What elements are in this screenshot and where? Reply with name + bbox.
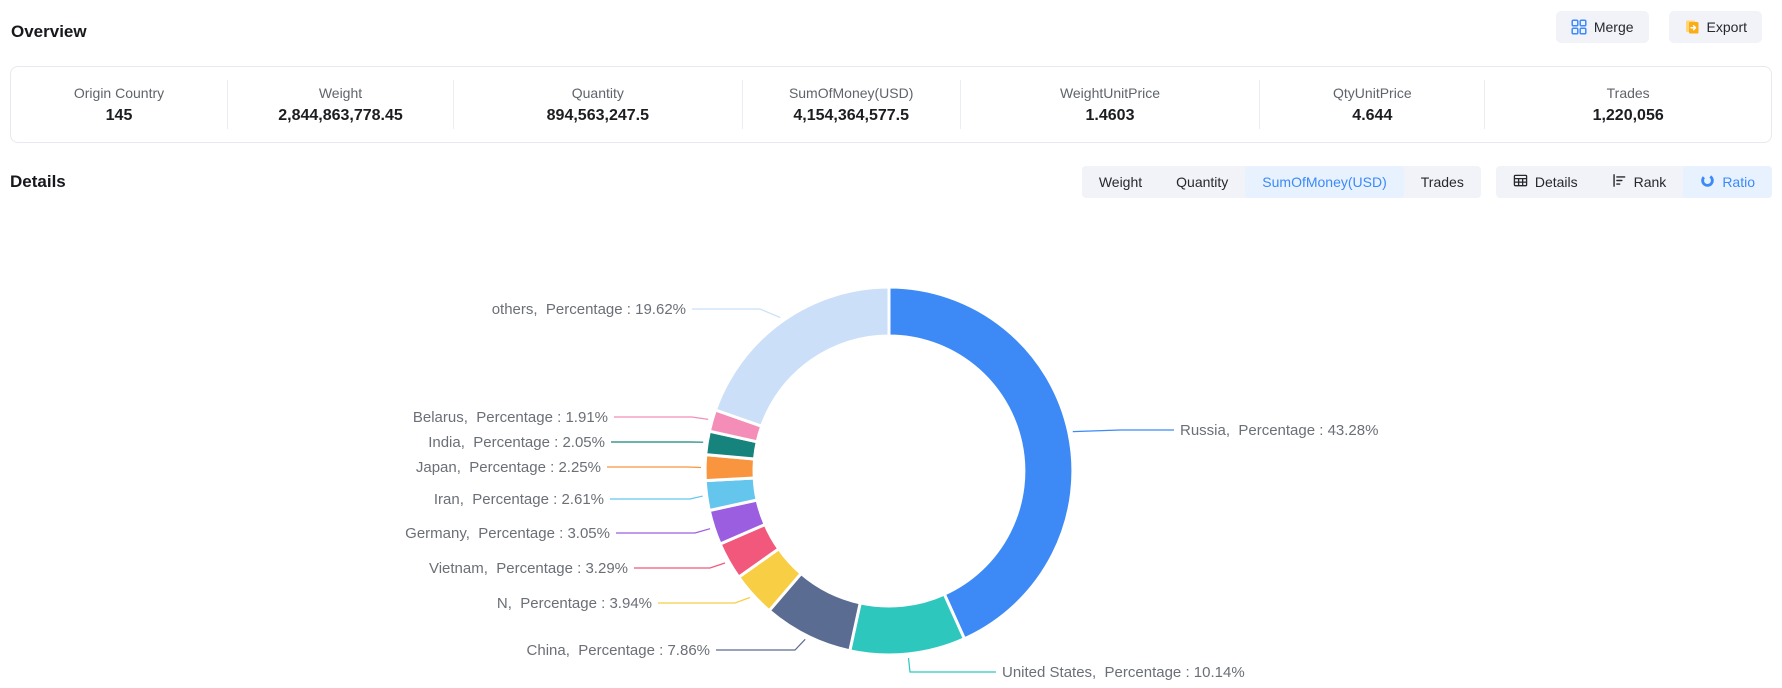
export-button[interactable]: Export xyxy=(1669,11,1762,43)
tab-label: Rank xyxy=(1634,174,1667,190)
leader-line-belarus xyxy=(614,417,708,419)
stat-weight-unit-price: WeightUnitPrice 1.4603 xyxy=(960,80,1260,129)
tab-sum-of-money[interactable]: SumOfMoney(USD) xyxy=(1245,166,1403,198)
leader-line-japan xyxy=(607,467,701,468)
stat-weight: Weight 2,844,863,778.45 xyxy=(227,80,453,129)
export-icon xyxy=(1684,19,1700,35)
stat-label: Weight xyxy=(319,85,362,101)
table-icon xyxy=(1513,173,1528,191)
details-title: Details xyxy=(10,172,66,192)
merge-icon xyxy=(1571,19,1587,35)
stat-value: 2,844,863,778.45 xyxy=(278,107,403,125)
merge-button[interactable]: Merge xyxy=(1556,11,1649,43)
stat-value: 894,563,247.5 xyxy=(547,107,649,125)
donut-slice-united-states[interactable] xyxy=(850,594,965,655)
chart-label-china: China, Percentage : 7.86% xyxy=(527,642,710,659)
chart-label-vietnam: Vietnam, Percentage : 3.29% xyxy=(429,560,628,577)
leader-line-china xyxy=(716,639,805,650)
header-actions: Merge Export xyxy=(1556,11,1762,43)
overview-stats-card: Origin Country 145 Weight 2,844,863,778.… xyxy=(10,66,1772,143)
stat-value: 4,154,364,577.5 xyxy=(793,107,909,125)
tab-label: Details xyxy=(1535,174,1578,190)
stat-label: SumOfMoney(USD) xyxy=(789,85,913,101)
tab-weight[interactable]: Weight xyxy=(1082,166,1159,198)
page-title: Overview xyxy=(11,22,87,42)
stat-value: 1,220,056 xyxy=(1593,107,1664,125)
leader-line-vietnam xyxy=(634,563,725,568)
page-header: Overview Merge xyxy=(0,0,1782,58)
stat-label: Trades xyxy=(1607,85,1650,101)
stat-value: 4.644 xyxy=(1352,107,1392,125)
leader-line-united-states xyxy=(909,658,997,672)
export-button-label: Export xyxy=(1707,19,1747,35)
tab-rank-view[interactable]: Rank xyxy=(1595,166,1684,198)
donut-slice-russia[interactable] xyxy=(889,287,1073,639)
details-bar: Details Weight Quantity SumOfMoney(USD) … xyxy=(10,166,1772,198)
stat-trades: Trades 1,220,056 xyxy=(1484,80,1771,129)
merge-button-label: Merge xyxy=(1594,19,1634,35)
donut-icon xyxy=(1700,173,1715,191)
view-tab-group: Details Rank Ratio xyxy=(1496,166,1772,198)
chart-label-iran: Iran, Percentage : 2.61% xyxy=(434,491,604,508)
chart-label-india: India, Percentage : 2.05% xyxy=(428,434,605,451)
rank-icon xyxy=(1612,173,1627,191)
stat-origin-country: Origin Country 145 xyxy=(11,80,227,129)
stat-qty-unit-price: QtyUnitPrice 4.644 xyxy=(1259,80,1484,129)
stat-quantity: Quantity 894,563,247.5 xyxy=(453,80,742,129)
ratio-donut-chart: Russia, Percentage : 43.28% United States… xyxy=(0,200,1782,688)
leader-line-germany xyxy=(616,529,710,533)
stat-label: WeightUnitPrice xyxy=(1060,85,1160,101)
chart-label-n: N, Percentage : 3.94% xyxy=(497,595,652,612)
tab-quantity[interactable]: Quantity xyxy=(1159,166,1245,198)
leader-line-n xyxy=(658,598,750,604)
stat-value: 1.4603 xyxy=(1086,107,1135,125)
tab-label: Ratio xyxy=(1722,174,1755,190)
leader-line-iran xyxy=(610,496,703,499)
stat-label: Origin Country xyxy=(74,85,164,101)
chart-label-russia: Russia, Percentage : 43.28% xyxy=(1180,422,1378,439)
leader-line-russia xyxy=(1073,430,1174,432)
donut-slice-others[interactable] xyxy=(715,287,889,426)
stat-sum-of-money: SumOfMoney(USD) 4,154,364,577.5 xyxy=(742,80,960,129)
tab-details-view[interactable]: Details xyxy=(1496,166,1595,198)
stat-label: Quantity xyxy=(572,85,624,101)
metric-tab-group: Weight Quantity SumOfMoney(USD) Trades xyxy=(1082,166,1481,198)
stat-label: QtyUnitPrice xyxy=(1333,85,1412,101)
chart-label-belarus: Belarus, Percentage : 1.91% xyxy=(413,409,608,426)
chart-label-germany: Germany, Percentage : 3.05% xyxy=(405,525,610,542)
leader-line-others xyxy=(692,309,780,318)
stat-value: 145 xyxy=(106,107,133,125)
chart-label-united-states: United States, Percentage : 10.14% xyxy=(1002,664,1245,681)
tab-ratio-view[interactable]: Ratio xyxy=(1683,166,1772,198)
chart-label-japan: Japan, Percentage : 2.25% xyxy=(416,459,601,476)
chart-label-others: others, Percentage : 19.62% xyxy=(492,301,686,318)
tab-trades[interactable]: Trades xyxy=(1404,166,1481,198)
dashboard: Overview Merge xyxy=(0,0,1782,688)
